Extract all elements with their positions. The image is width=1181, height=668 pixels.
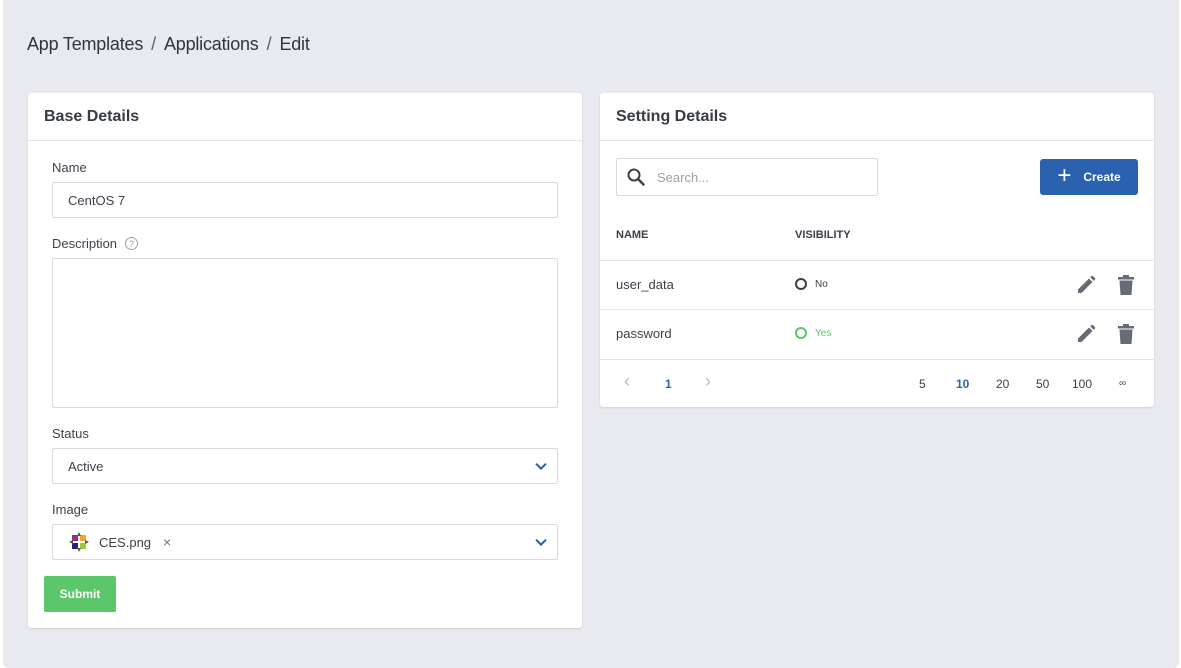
breadcrumb-separator: / <box>151 34 156 54</box>
breadcrumb-edit: Edit <box>279 34 310 54</box>
page-size-option[interactable]: 5 <box>919 377 926 391</box>
column-header-visibility[interactable]: VISIBILITY <box>795 229 851 241</box>
visibility-no-icon <box>795 278 807 290</box>
delete-icon[interactable] <box>1118 275 1134 295</box>
image-select[interactable]: CES.png × <box>52 524 558 560</box>
base-details-card: Base Details Name CentOS 7 Description ?… <box>28 93 582 628</box>
next-page-button[interactable]: › <box>705 371 711 392</box>
plus-icon: + <box>1057 162 1072 189</box>
table-row: user_data No <box>600 260 1154 309</box>
create-label: Create <box>1083 170 1121 184</box>
setting-details-title: Setting Details <box>600 93 1154 141</box>
centos-logo-icon <box>69 532 89 552</box>
page-size-option[interactable]: 50 <box>1036 377 1049 391</box>
chevron-down-icon <box>535 458 547 471</box>
breadcrumb-separator: / <box>266 34 272 54</box>
status-select[interactable]: Active <box>52 448 558 484</box>
table-row: password Yes <box>600 309 1154 358</box>
status-value: Active <box>68 458 104 474</box>
column-header-name[interactable]: NAME <box>616 229 648 241</box>
name-label: Name <box>52 160 87 175</box>
description-label-text: Description <box>52 236 118 251</box>
page-size-option[interactable]: 10 <box>956 377 969 391</box>
breadcrumb: App Templates / Applications / Edit <box>27 34 310 55</box>
status-label: Status <box>52 426 89 441</box>
image-label: Image <box>52 502 88 517</box>
page-size-option[interactable]: ∞ <box>1119 378 1126 389</box>
prev-page-button[interactable]: ‹ <box>624 371 630 392</box>
row-name: password <box>616 326 672 341</box>
name-input[interactable]: CentOS 7 <box>52 182 558 218</box>
delete-icon[interactable] <box>1118 324 1134 344</box>
description-textarea[interactable] <box>52 258 558 408</box>
help-icon[interactable]: ? <box>125 237 139 250</box>
chevron-down-icon <box>535 534 547 547</box>
setting-details-card: Setting Details Search... + Create NAME … <box>600 93 1154 407</box>
visibility-status: Yes <box>795 327 831 339</box>
visibility-yes-icon <box>795 327 807 339</box>
status-label-text: Status <box>52 426 89 441</box>
row-name: user_data <box>616 277 674 292</box>
base-details-title: Base Details <box>28 93 582 141</box>
edit-icon[interactable] <box>1076 324 1096 344</box>
name-input-value: CentOS 7 <box>68 192 126 208</box>
search-placeholder: Search... <box>657 169 710 185</box>
name-label-text: Name <box>52 160 87 175</box>
app-frame: App Templates / Applications / Edit Base… <box>3 0 1179 668</box>
submit-button[interactable]: Submit <box>44 576 116 612</box>
pagination: ‹ 1 › 5 10 20 50 100 ∞ <box>600 359 1154 407</box>
page-number[interactable]: 1 <box>665 377 672 391</box>
description-label: Description ? <box>52 236 139 251</box>
search-icon <box>627 168 645 186</box>
page-size-option[interactable]: 100 <box>1072 377 1092 391</box>
breadcrumb-applications[interactable]: Applications <box>164 34 259 55</box>
page-size-option[interactable]: 20 <box>996 377 1009 391</box>
image-label-text: Image <box>52 502 89 517</box>
visibility-text: Yes <box>815 327 832 339</box>
visibility-status: No <box>795 278 828 290</box>
edit-icon[interactable] <box>1076 275 1096 295</box>
remove-image-icon[interactable]: × <box>163 534 171 550</box>
create-button[interactable]: + Create <box>1040 159 1138 195</box>
image-value: CES.png <box>99 534 152 550</box>
search-input[interactable]: Search... <box>616 158 878 196</box>
visibility-text: No <box>815 278 828 290</box>
breadcrumb-app-templates[interactable]: App Templates <box>27 34 143 55</box>
